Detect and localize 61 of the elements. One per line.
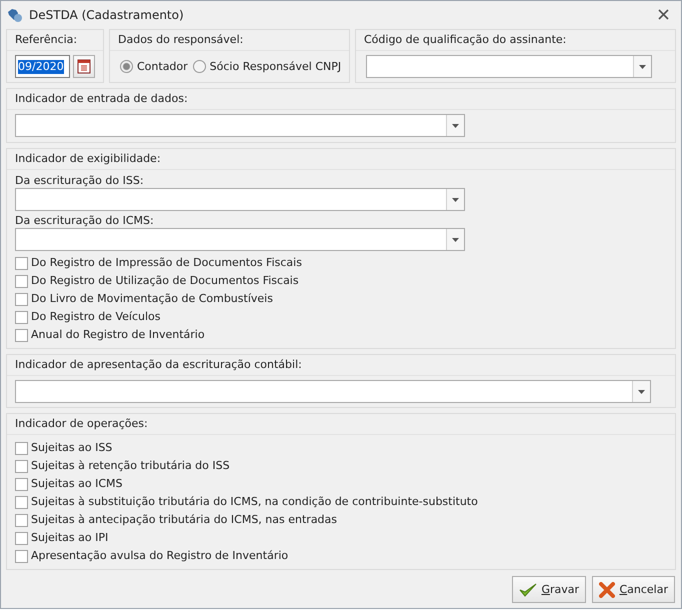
- dropdown-button[interactable]: [633, 56, 651, 77]
- checkbox[interactable]: [15, 274, 28, 288]
- checkbox[interactable]: [15, 460, 28, 472]
- save-button[interactable]: Gravar: [512, 576, 586, 603]
- checkbox[interactable]: [15, 550, 28, 562]
- checkbox[interactable]: [15, 478, 28, 490]
- checkbox-label: Sujeitas à substituição tributária do ICMS, na condição de contribuinte-substituto: [31, 495, 478, 509]
- checkbox-label: Do Registro de Veículos: [31, 310, 160, 324]
- checkbox-label: Sujeitas ao ISS: [31, 441, 112, 455]
- checkbox[interactable]: [15, 310, 28, 324]
- caret-icon: [638, 390, 645, 394]
- checkbox[interactable]: [15, 328, 28, 342]
- radio-label: Sócio Responsável CNPJ: [210, 60, 342, 74]
- dropdown-button[interactable]: [446, 189, 464, 210]
- dropdown-field[interactable]: [366, 55, 652, 78]
- checkbox[interactable]: [15, 256, 28, 270]
- date-field[interactable]: 09/2020: [15, 55, 70, 78]
- cross-icon: [599, 582, 616, 598]
- checkbox-label: Do Registro de Impressão de Documentos Fiscais: [31, 256, 302, 270]
- calendar-icon: [77, 59, 91, 74]
- group-label: Indicador de operações:: [15, 417, 148, 430]
- checkbox[interactable]: [15, 292, 28, 306]
- field-label: Da escrituração do ISS:: [15, 174, 145, 188]
- caret-icon: [639, 64, 646, 68]
- cancel-button[interactable]: Cancelar: [592, 576, 675, 603]
- caret-icon: [452, 198, 459, 202]
- group-label: Dados do responsável:: [118, 33, 244, 46]
- group-label: Referência:: [15, 33, 78, 46]
- checkbox[interactable]: [15, 442, 28, 454]
- window-title: DeSTDA (Cadastramento): [29, 8, 184, 22]
- checkbox-label: Anual do Registro de Inventário: [31, 328, 205, 342]
- calendar-button[interactable]: [73, 55, 95, 78]
- group-label: Código de qualificação do assinante:: [364, 33, 566, 46]
- app-icon: [7, 7, 23, 23]
- dropdown-field[interactable]: [15, 188, 465, 211]
- checkbox-label: Sujeitas à antecipação tributária do ICMS, nas entradas: [31, 513, 338, 527]
- checkbox[interactable]: [15, 514, 28, 526]
- dropdown-field[interactable]: [15, 228, 465, 251]
- checkbox-label: Do Livro de Movimentação de Combustíveis: [31, 292, 273, 306]
- radio-button[interactable]: [120, 60, 133, 73]
- dropdown-button[interactable]: [446, 115, 464, 136]
- group-label: Indicador de entrada de dados:: [15, 92, 188, 105]
- radio-button[interactable]: [192, 60, 206, 73]
- checkbox-label: Sujeitas ao IPI: [31, 531, 108, 545]
- dropdown-field[interactable]: [15, 380, 651, 403]
- checkbox-label: Sujeitas à retenção tributária do ISS: [31, 459, 230, 473]
- checkbox[interactable]: [15, 496, 28, 508]
- group-label: Indicador de exigibilidade:: [15, 152, 161, 165]
- radio-label: Contador: [137, 60, 188, 74]
- dropdown-button[interactable]: [446, 229, 464, 250]
- checkbox[interactable]: [15, 532, 28, 544]
- checkbox-label: Do Registro de Utilização de Documentos Fiscais: [31, 274, 299, 288]
- caret-icon: [452, 238, 459, 242]
- checkbox-label: Sujeitas ao ICMS: [31, 477, 122, 491]
- checkbox-label: Apresentação avulsa do Registro de Inventário: [31, 549, 288, 563]
- dropdown-button[interactable]: [632, 381, 650, 402]
- caret-icon: [452, 124, 459, 128]
- check-icon: [519, 582, 538, 598]
- group-label: Indicador de apresentação da escrituração contábil:: [15, 358, 302, 371]
- field-label: Da escrituração do ICMS:: [15, 214, 155, 228]
- dropdown-field[interactable]: [15, 114, 465, 137]
